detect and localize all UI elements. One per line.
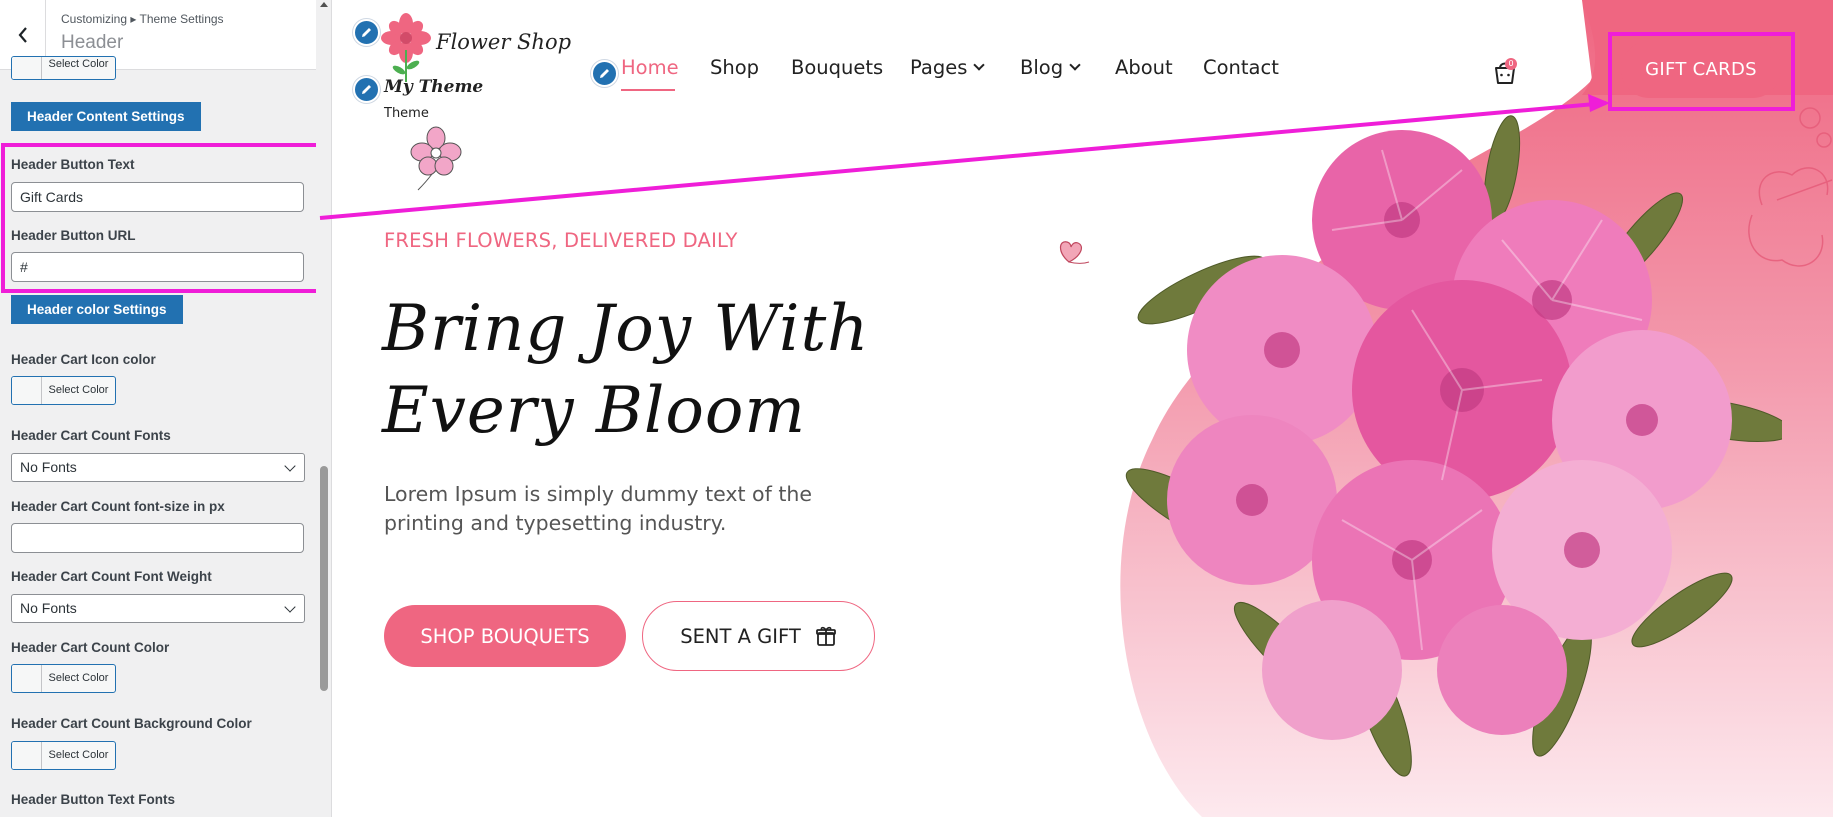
nav-bouquets[interactable]: Bouquets xyxy=(791,56,883,79)
panel-scrollbar[interactable] xyxy=(316,0,331,817)
cut-off-color-button[interactable]: Select Color xyxy=(11,56,116,80)
hero-title: Bring Joy With Every Bloom xyxy=(382,292,870,448)
scroll-up-arrow[interactable] xyxy=(320,2,328,7)
cart-count-size-label: Header Cart Count font-size in px xyxy=(11,499,225,514)
sketch-flower-decoration xyxy=(410,126,462,191)
section-title: Header xyxy=(61,32,124,53)
site-preview: Flower Shop My Theme Theme Home Shop Bou… xyxy=(332,0,1833,817)
edit-shortcut-site-title[interactable] xyxy=(353,76,380,103)
cart-count-size-input[interactable] xyxy=(11,523,304,553)
pencil-icon xyxy=(362,28,371,37)
chevron-down-icon xyxy=(1069,59,1081,71)
pencil-icon xyxy=(600,69,609,78)
gift-icon xyxy=(815,626,836,646)
nav-active-underline xyxy=(621,89,675,91)
cart-icon-color-button[interactable]: Select Color xyxy=(11,376,116,405)
highlight-box-settings xyxy=(1,143,320,293)
chevron-down-icon xyxy=(284,460,296,472)
cart-count-fonts-label: Header Cart Count Fonts xyxy=(11,428,171,443)
cart-count-bg-button[interactable]: Select Color xyxy=(11,741,116,770)
color-swatch xyxy=(12,665,42,692)
nav-about[interactable]: About xyxy=(1115,56,1173,79)
cart-count-color-label: Header Cart Count Color xyxy=(11,640,170,655)
cart-count-color-button[interactable]: Select Color xyxy=(11,664,116,693)
shop-bouquets-button[interactable]: SHOP BOUQUETS xyxy=(384,605,626,667)
cart-count-fonts-select[interactable]: No Fonts xyxy=(11,453,305,482)
site-title[interactable]: My Theme xyxy=(384,77,483,97)
hero-subtitle: Lorem Ipsum is simply dummy text of the … xyxy=(384,482,812,535)
sent-a-gift-button[interactable]: SENT A GIFT xyxy=(642,601,875,671)
header-content-settings-button[interactable]: Header Content Settings xyxy=(11,102,201,131)
cart-count-badge: 0 xyxy=(1505,58,1517,70)
highlight-box-gift-button xyxy=(1608,32,1795,111)
cart-count-bg-label: Header Cart Count Background Color xyxy=(11,716,252,731)
flower-bouquet-image xyxy=(1125,115,1782,777)
color-swatch xyxy=(12,742,42,769)
cart-count-weight-label: Header Cart Count Font Weight xyxy=(11,569,212,584)
pencil-icon xyxy=(362,85,371,94)
button-text-fonts-label: Header Button Text Fonts xyxy=(11,792,176,807)
hero-eyebrow: FRESH FLOWERS, DELIVERED DAILY xyxy=(384,229,738,252)
site-tagline: Theme xyxy=(384,106,429,121)
chevron-down-icon xyxy=(284,601,296,613)
nav-pages[interactable]: Pages xyxy=(910,56,986,79)
chevron-left-icon xyxy=(18,27,27,43)
breadcrumb: Customizing ▸ Theme Settings xyxy=(61,12,224,26)
nav-blog[interactable]: Blog xyxy=(1020,56,1081,79)
nav-shop[interactable]: Shop xyxy=(710,56,759,79)
edit-shortcut-logo[interactable] xyxy=(353,19,380,46)
edit-shortcut-menu[interactable] xyxy=(591,60,618,87)
chevron-down-icon xyxy=(973,59,986,71)
nav-contact[interactable]: Contact xyxy=(1203,56,1279,79)
cart-icon-color-label: Header Cart Icon color xyxy=(11,352,156,367)
brand-name[interactable]: Flower Shop xyxy=(436,30,571,54)
cart-count-weight-select[interactable]: No Fonts xyxy=(11,594,305,623)
customizer-panel: Customizing ▸ Theme Settings Header Sele… xyxy=(0,0,332,817)
color-swatch xyxy=(12,57,42,79)
header-color-settings-button[interactable]: Header color Settings xyxy=(11,295,183,324)
nav-home[interactable]: Home xyxy=(621,56,679,79)
scroll-thumb[interactable] xyxy=(320,466,328,691)
color-swatch xyxy=(12,377,42,404)
